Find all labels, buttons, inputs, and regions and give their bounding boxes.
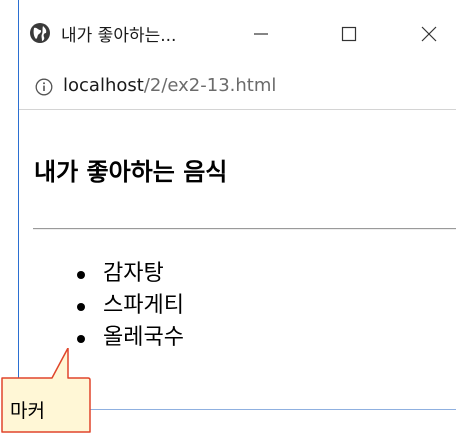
bullet-marker [77, 335, 85, 343]
window-title: 내가 좋아하는... [61, 26, 177, 46]
bullet-marker [77, 303, 85, 311]
maximize-icon [341, 26, 357, 42]
horizontal-rule [33, 228, 456, 230]
list-item-text: 올레국수 [103, 325, 184, 350]
close-button[interactable] [409, 14, 449, 54]
list-item: 감자탕 [77, 258, 184, 290]
info-icon[interactable] [35, 78, 53, 96]
list-item: 올레국수 [77, 322, 184, 354]
url-text[interactable]: localhost/2/ex2-13.html [63, 75, 276, 96]
url-host: localhost [63, 75, 144, 96]
bullet-marker [77, 271, 85, 279]
minimize-button[interactable] [241, 14, 281, 54]
list-item: 스파게티 [77, 290, 184, 322]
maximize-button[interactable] [329, 14, 369, 54]
minimize-icon [254, 33, 268, 35]
url-path: /2/ex2-13.html [143, 75, 277, 96]
callout-label: 마커 [10, 400, 45, 422]
list-item-text: 스파게티 [103, 293, 184, 318]
page-heading: 내가 좋아하는 음식 [34, 158, 228, 186]
title-bar: 내가 좋아하는... [19, 0, 456, 68]
food-list: 감자탕 스파게티 올레국수 [77, 258, 184, 354]
close-icon [421, 26, 437, 42]
globe-icon [30, 23, 50, 43]
list-item-text: 감자탕 [103, 261, 164, 286]
address-bar[interactable]: localhost/2/ex2-13.html [19, 68, 456, 110]
